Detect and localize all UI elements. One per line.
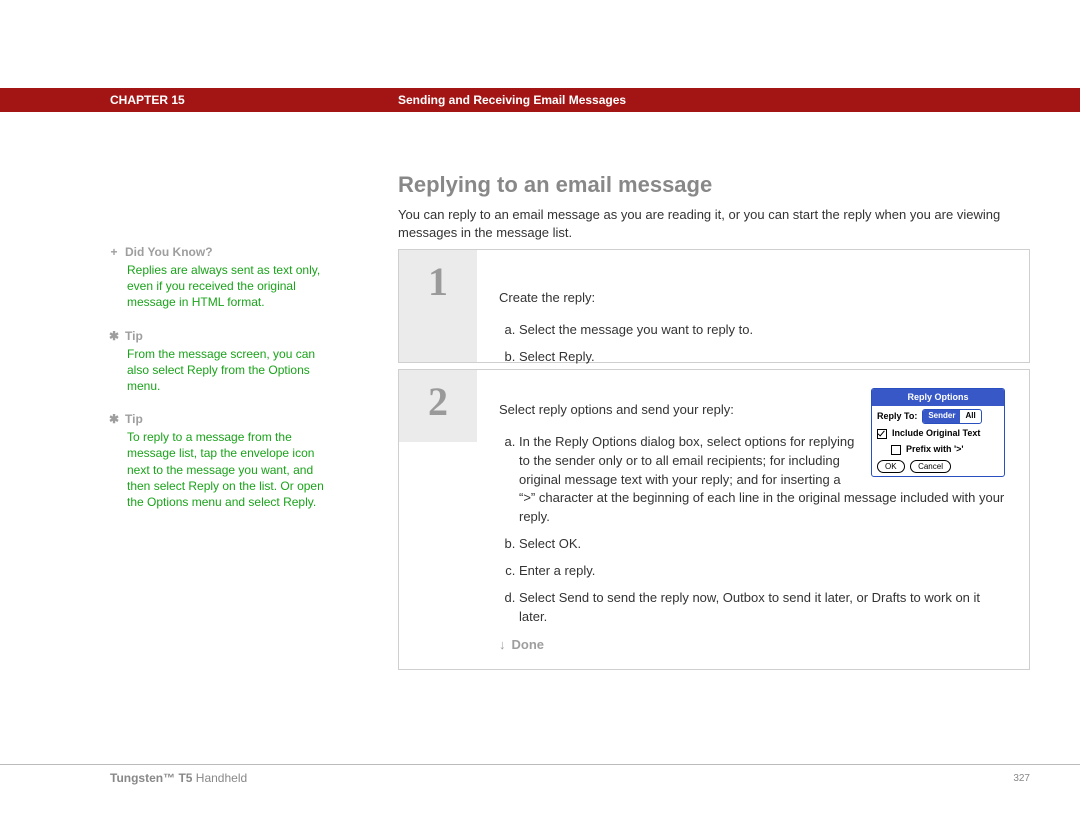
reply-to-segmented[interactable]: SenderAll bbox=[922, 409, 981, 424]
reply-options-dialog: Reply Options Reply To: SenderAll Includ… bbox=[871, 388, 1005, 477]
step-2-c: Enter a reply. bbox=[519, 562, 1005, 581]
sidebar-did-you-know: + Did You Know? Replies are always sent a… bbox=[107, 245, 337, 311]
product-bold: Tungsten™ T5 bbox=[110, 771, 192, 785]
include-original-label: Include Original Text bbox=[892, 427, 980, 440]
step-number-box: 2 bbox=[399, 370, 477, 442]
step-2-b: Select OK. bbox=[519, 535, 1005, 554]
chapter-header-bar: CHAPTER 15 Sending and Receiving Email M… bbox=[0, 88, 1080, 112]
product-rest: Handheld bbox=[192, 771, 247, 785]
intro-paragraph: You can reply to an email message as you… bbox=[398, 206, 1028, 241]
include-original-checkbox[interactable] bbox=[877, 429, 887, 439]
sidebar-item-title: Tip bbox=[125, 412, 143, 426]
prefix-checkbox[interactable] bbox=[891, 445, 901, 455]
step-1-lead: Create the reply: bbox=[499, 289, 1005, 308]
page-footer: Tungsten™ T5 Handheld 327 bbox=[0, 764, 1080, 765]
section-title: Sending and Receiving Email Messages bbox=[398, 93, 626, 107]
down-arrow-icon: ↓ bbox=[499, 636, 506, 655]
done-label: Done bbox=[512, 637, 545, 652]
page-title: Replying to an email message bbox=[398, 172, 1028, 198]
asterisk-icon: ✱ bbox=[107, 329, 121, 343]
sidebar-tip-2: ✱ Tip To reply to a message from the mess… bbox=[107, 412, 337, 510]
chapter-label: CHAPTER 15 bbox=[110, 93, 185, 107]
reply-to-label: Reply To: bbox=[877, 410, 917, 423]
step-number-box: 1 bbox=[399, 250, 477, 362]
product-name: Tungsten™ T5 Handheld bbox=[110, 771, 247, 785]
step-2-number: 2 bbox=[399, 370, 477, 425]
cancel-button[interactable]: Cancel bbox=[910, 460, 951, 473]
plus-icon: + bbox=[107, 245, 121, 259]
sidebar-item-body: From the message screen, you can also se… bbox=[127, 346, 337, 395]
asterisk-icon: ✱ bbox=[107, 412, 121, 426]
reply-to-sender[interactable]: Sender bbox=[923, 410, 960, 423]
steps-container: 1 Create the reply: Select the message y… bbox=[398, 249, 1030, 670]
sidebar-tip-1: ✱ Tip From the message screen, you can al… bbox=[107, 329, 337, 395]
sidebar-item-title: Tip bbox=[125, 329, 143, 343]
prefix-label: Prefix with '>' bbox=[906, 443, 964, 456]
step-1-a: Select the message you want to reply to. bbox=[519, 321, 1005, 340]
done-row: ↓ Done bbox=[499, 636, 1005, 655]
sidebar-item-body: Replies are always sent as text only, ev… bbox=[127, 262, 337, 311]
step-2-frame: 2 Reply Options Reply To: SenderAll bbox=[398, 369, 1030, 670]
sidebar-item-title: Did You Know? bbox=[125, 245, 213, 259]
page-number: 327 bbox=[1013, 773, 1030, 784]
step-1-b: Select Reply. bbox=[519, 348, 1005, 367]
reply-to-all[interactable]: All bbox=[960, 410, 980, 423]
sidebar-item-body: To reply to a message from the message l… bbox=[127, 429, 337, 510]
dialog-title: Reply Options bbox=[872, 389, 1004, 406]
step-1-number: 1 bbox=[399, 250, 477, 305]
step-1-frame: 1 Create the reply: Select the message y… bbox=[398, 249, 1030, 363]
sidebar: + Did You Know? Replies are always sent a… bbox=[107, 245, 337, 528]
step-2-d: Select Send to send the reply now, Outbo… bbox=[519, 589, 1005, 627]
ok-button[interactable]: OK bbox=[877, 460, 905, 473]
